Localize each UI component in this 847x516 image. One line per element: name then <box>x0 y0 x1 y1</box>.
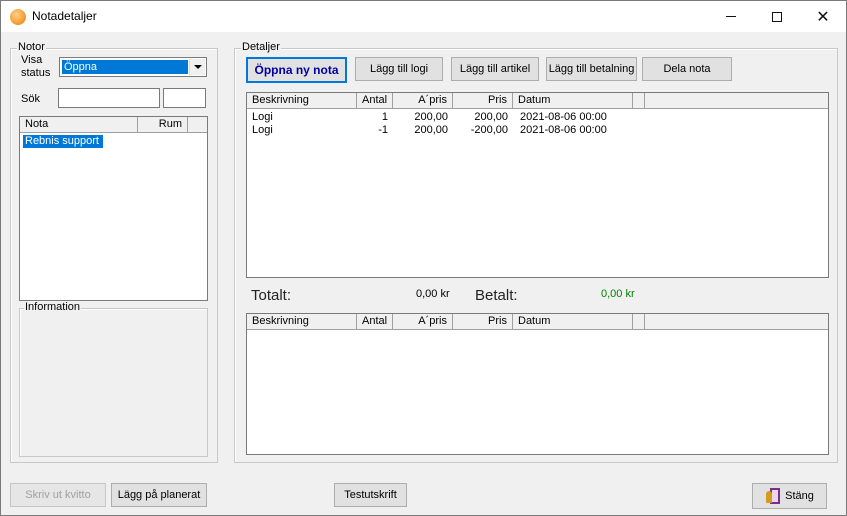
open-new-nota-button[interactable]: Öppna ny nota <box>246 57 347 83</box>
information-group: Information <box>19 301 208 457</box>
information-legend: Information <box>24 301 82 313</box>
column-header-empty <box>633 93 645 109</box>
add-logi-button[interactable]: Lägg till logi <box>355 57 443 81</box>
dela-nota-button[interactable]: Dela nota <box>642 57 732 81</box>
close-icon: ✕ <box>816 8 830 26</box>
payments-header: Beskrivning Antal A´pris Pris Datum <box>247 314 828 330</box>
column-header-pris[interactable]: Pris <box>453 314 513 330</box>
cell-pris: -200,00 <box>470 124 508 136</box>
nota-rows-header: Beskrivning Antal A´pris Pris Datum <box>247 93 828 109</box>
nota-list[interactable]: Nota Rum Rebnis support <box>19 116 208 301</box>
payments-table[interactable]: Beskrivning Antal A´pris Pris Datum <box>246 313 829 455</box>
visa-status-label-line2: status <box>21 67 51 79</box>
add-artikel-button[interactable]: Lägg till artikel <box>451 57 539 81</box>
maximize-icon <box>772 11 782 22</box>
column-header-empty <box>633 314 645 330</box>
column-header-beskrivning[interactable]: Beskrivning <box>247 93 357 109</box>
cell-antal: 1 <box>381 111 388 123</box>
testutskrift-button[interactable]: Testutskrift <box>334 483 407 507</box>
column-header-beskrivning[interactable]: Beskrivning <box>247 314 357 330</box>
app-icon <box>10 9 26 25</box>
maximize-button[interactable] <box>754 1 800 32</box>
sok-input[interactable] <box>58 88 160 108</box>
detaljer-legend: Detaljer <box>241 41 281 53</box>
totalt-label: Totalt: <box>251 287 292 304</box>
column-header-pris[interactable]: Pris <box>453 93 513 109</box>
cell-pris: 200,00 <box>474 111 508 123</box>
betalt-value: 0,00 kr <box>601 288 635 300</box>
cell-antal: -1 <box>378 124 388 136</box>
skriv-ut-kvitto-button[interactable]: Skriv ut kvitto <box>10 483 106 507</box>
column-header-apris[interactable]: A´pris <box>393 93 453 109</box>
column-header-antal[interactable]: Antal <box>357 314 393 330</box>
visa-status-label-line1: Visa <box>21 54 43 66</box>
column-header-rum[interactable]: Rum <box>138 117 188 133</box>
lagg-pa-planerat-button[interactable]: Lägg på planerat <box>111 483 207 507</box>
cell-datum: 2021-08-06 00:00 <box>520 111 607 123</box>
visa-status-selected: Öppna <box>62 60 188 74</box>
stang-button[interactable]: Stäng <box>752 483 827 509</box>
notor-legend: Notor <box>17 41 46 53</box>
close-button[interactable]: ✕ <box>800 1 846 32</box>
cell-datum: 2021-08-06 00:00 <box>520 124 607 136</box>
minimize-icon <box>726 16 736 17</box>
nota-list-header: Nota Rum <box>20 117 207 133</box>
nota-rows-table[interactable]: Beskrivning Antal A´pris Pris Datum Logi… <box>246 92 829 278</box>
column-header-datum[interactable]: Datum <box>513 314 633 330</box>
window-title: Notadetaljer <box>32 9 97 23</box>
chevron-down-icon <box>193 65 202 69</box>
visa-status-combobox[interactable]: Öppna <box>59 57 207 77</box>
column-header-antal[interactable]: Antal <box>357 93 393 109</box>
table-row[interactable]: Logi 1 200,00 200,00 2021-08-06 00:00 <box>247 111 828 124</box>
column-header-apris[interactable]: A´pris <box>393 314 453 330</box>
sok-input-secondary[interactable] <box>163 88 206 108</box>
dropdown-arrow-button[interactable] <box>189 59 205 75</box>
stang-label: Stäng <box>785 490 814 502</box>
cell-beskrivning: Logi <box>252 124 273 136</box>
table-row[interactable]: Logi -1 200,00 -200,00 2021-08-06 00:00 <box>247 124 828 137</box>
window: Notadetaljer ✕ Notor Visa status Öppna S… <box>0 0 847 516</box>
totalt-value: 0,00 kr <box>416 288 450 300</box>
title-bar: Notadetaljer ✕ <box>1 1 846 32</box>
betalt-label: Betalt: <box>475 287 518 304</box>
column-header-datum[interactable]: Datum <box>513 93 633 109</box>
cell-apris: 200,00 <box>414 111 448 123</box>
nota-list-item-selected[interactable]: Rebnis support <box>23 135 103 148</box>
cell-apris: 200,00 <box>414 124 448 136</box>
notor-group: Notor Visa status Öppna Sök Nota Rum Reb… <box>10 41 218 463</box>
column-header-nota[interactable]: Nota <box>20 117 138 133</box>
sok-label: Sök <box>21 93 40 105</box>
cell-beskrivning: Logi <box>252 111 273 123</box>
minimize-button[interactable] <box>708 1 754 32</box>
exit-door-icon <box>765 487 781 505</box>
add-betalning-button[interactable]: Lägg till betalning <box>546 57 637 81</box>
detaljer-group: Detaljer Öppna ny nota Lägg till logi Lä… <box>234 41 838 463</box>
